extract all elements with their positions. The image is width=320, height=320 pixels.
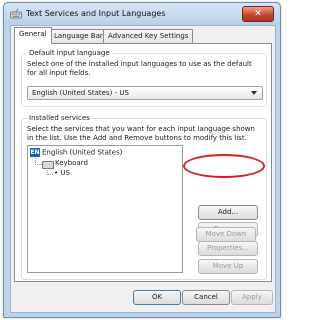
default-input-language-description: Select one of the installed input langua… xyxy=(27,60,252,77)
default-input-language-group: Default input language Select one of the… xyxy=(21,49,267,107)
tab-language-bar[interactable]: Language Bar xyxy=(49,29,108,43)
tab-advanced-key-settings[interactable]: Advanced Key Settings xyxy=(103,29,194,43)
keyboard-app-icon xyxy=(10,8,22,19)
close-icon: ✕ xyxy=(254,9,262,19)
window-title: Text Services and Input Languages xyxy=(26,9,166,18)
tree-node-layout-label: US xyxy=(60,169,70,177)
tree-connector xyxy=(35,158,42,165)
close-button[interactable]: ✕ xyxy=(242,6,274,22)
installed-services-description: Select the services that you want for ea… xyxy=(27,125,255,142)
tree-node-language[interactable]: EN English (United States) xyxy=(30,148,122,157)
installed-services-legend: Installed services xyxy=(27,114,92,122)
tree-node-layout[interactable]: • US xyxy=(54,169,70,177)
chevron-down-icon xyxy=(251,91,257,95)
cancel-button[interactable]: Cancel xyxy=(182,290,230,305)
default-language-value: English (United States) - US xyxy=(32,89,129,97)
apply-button[interactable]: Apply xyxy=(231,290,273,305)
title-bar[interactable]: Text Services and Input Languages ✕ xyxy=(4,3,280,25)
add-button[interactable]: Add... xyxy=(198,205,258,220)
language-badge-icon: EN xyxy=(30,148,40,157)
default-input-language-legend: Default input language xyxy=(27,49,112,57)
annotation-highlight-circle xyxy=(183,154,265,178)
tree-node-language-label: English (United States) xyxy=(42,148,123,157)
tree-node-keyboard[interactable]: Keyboard xyxy=(55,159,88,167)
installed-services-group: Installed services Select the services t… xyxy=(21,114,267,280)
properties-button[interactable]: Properties... xyxy=(198,241,258,256)
move-down-button-visible[interactable]: Move Down xyxy=(196,227,256,242)
default-language-dropdown[interactable]: English (United States) - US xyxy=(27,86,263,100)
ok-button[interactable]: OK xyxy=(133,290,181,305)
tab-general[interactable]: General xyxy=(14,27,52,44)
move-up-button[interactable]: Move Up xyxy=(198,259,258,274)
services-tree[interactable]: EN English (United States) Keyboard • US xyxy=(27,145,183,273)
tree-connector xyxy=(47,168,53,175)
